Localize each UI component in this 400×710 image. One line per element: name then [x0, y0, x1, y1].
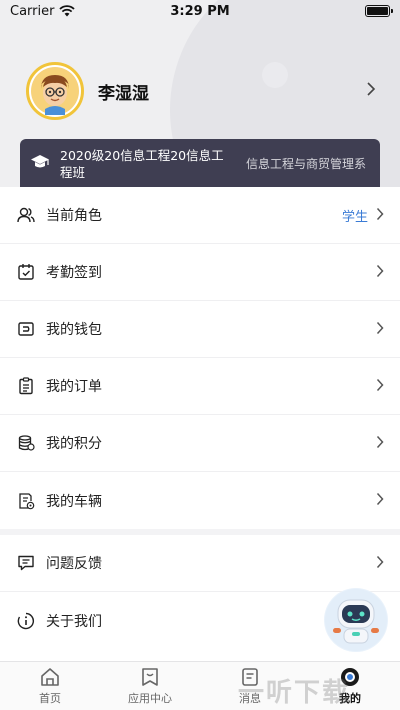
menu-item-feedback[interactable]: 问题反馈 [0, 535, 400, 592]
class-name: 2020级20信息工程20信息工程班 [60, 147, 224, 180]
menu-item-points[interactable]: 我的积分 [0, 415, 400, 472]
home-icon [41, 668, 59, 686]
chevron-right-icon [376, 377, 384, 396]
profile-row[interactable]: 李湿湿 [0, 60, 400, 122]
class-card: 2020级20信息工程20信息工程班 信息工程与商贸管理系 [20, 139, 380, 188]
avatar [26, 62, 84, 120]
tab-label: 我的 [339, 692, 361, 705]
chevron-right-icon [376, 263, 384, 282]
chevron-right-icon [366, 81, 376, 102]
wallet-icon [17, 320, 35, 338]
menu-label: 考勤签到 [46, 265, 102, 281]
message-icon [242, 668, 258, 686]
menu-label: 我的钱包 [46, 322, 102, 338]
chevron-right-icon [376, 320, 384, 339]
tab-messages[interactable]: 消息 [200, 662, 300, 710]
tab-app-center[interactable]: 应用中心 [100, 662, 200, 710]
department-name: 信息工程与商贸管理系 [245, 157, 366, 171]
chevron-right-icon [376, 434, 384, 453]
clipboard-icon [17, 377, 35, 395]
vehicle-doc-icon [17, 492, 35, 510]
menu-label: 我的积分 [46, 436, 102, 452]
info-icon [17, 612, 35, 630]
menu-group-main: 当前角色 学生 考勤签到 我的钱包 我的订单 我的积分 我的车辆 [0, 187, 400, 529]
tab-mine[interactable]: 我的 [300, 662, 400, 710]
status-bar: Carrier 3:29 PM [0, 0, 400, 22]
battery-icon [365, 5, 393, 17]
tab-label: 首页 [39, 692, 61, 705]
menu-label: 我的车辆 [46, 493, 102, 510]
chevron-right-icon [376, 206, 384, 225]
menu-item-attendance[interactable]: 考勤签到 [0, 244, 400, 301]
app-center-icon [142, 668, 158, 686]
user-icon [17, 206, 35, 224]
tab-home[interactable]: 首页 [0, 662, 100, 710]
robot-icon [325, 589, 387, 651]
calendar-check-icon [17, 263, 35, 281]
role-value: 学生 [341, 209, 368, 225]
assistant-robot-button[interactable] [324, 588, 388, 652]
menu-label: 问题反馈 [46, 556, 102, 572]
chevron-right-icon [376, 554, 384, 573]
chevron-right-icon [376, 491, 384, 510]
menu-item-current-role[interactable]: 当前角色 学生 [0, 187, 400, 244]
menu-label: 我的订单 [46, 379, 102, 395]
menu-label: 当前角色 [46, 208, 102, 224]
tab-label: 消息 [239, 692, 261, 705]
graduation-cap-icon [30, 154, 50, 174]
coins-icon [17, 434, 35, 452]
menu-item-vehicles[interactable]: 我的车辆 [0, 472, 400, 529]
avatar-illustration [31, 67, 79, 115]
menu-item-orders[interactable]: 我的订单 [0, 358, 400, 415]
profile-icon [341, 668, 359, 686]
menu-item-wallet[interactable]: 我的钱包 [0, 301, 400, 358]
tab-bar: 首页 应用中心 消息 我的 [0, 661, 400, 710]
feedback-icon [17, 554, 35, 572]
tab-label: 应用中心 [128, 692, 172, 705]
profile-name: 李湿湿 [98, 83, 149, 104]
status-time: 3:29 PM [170, 3, 230, 19]
